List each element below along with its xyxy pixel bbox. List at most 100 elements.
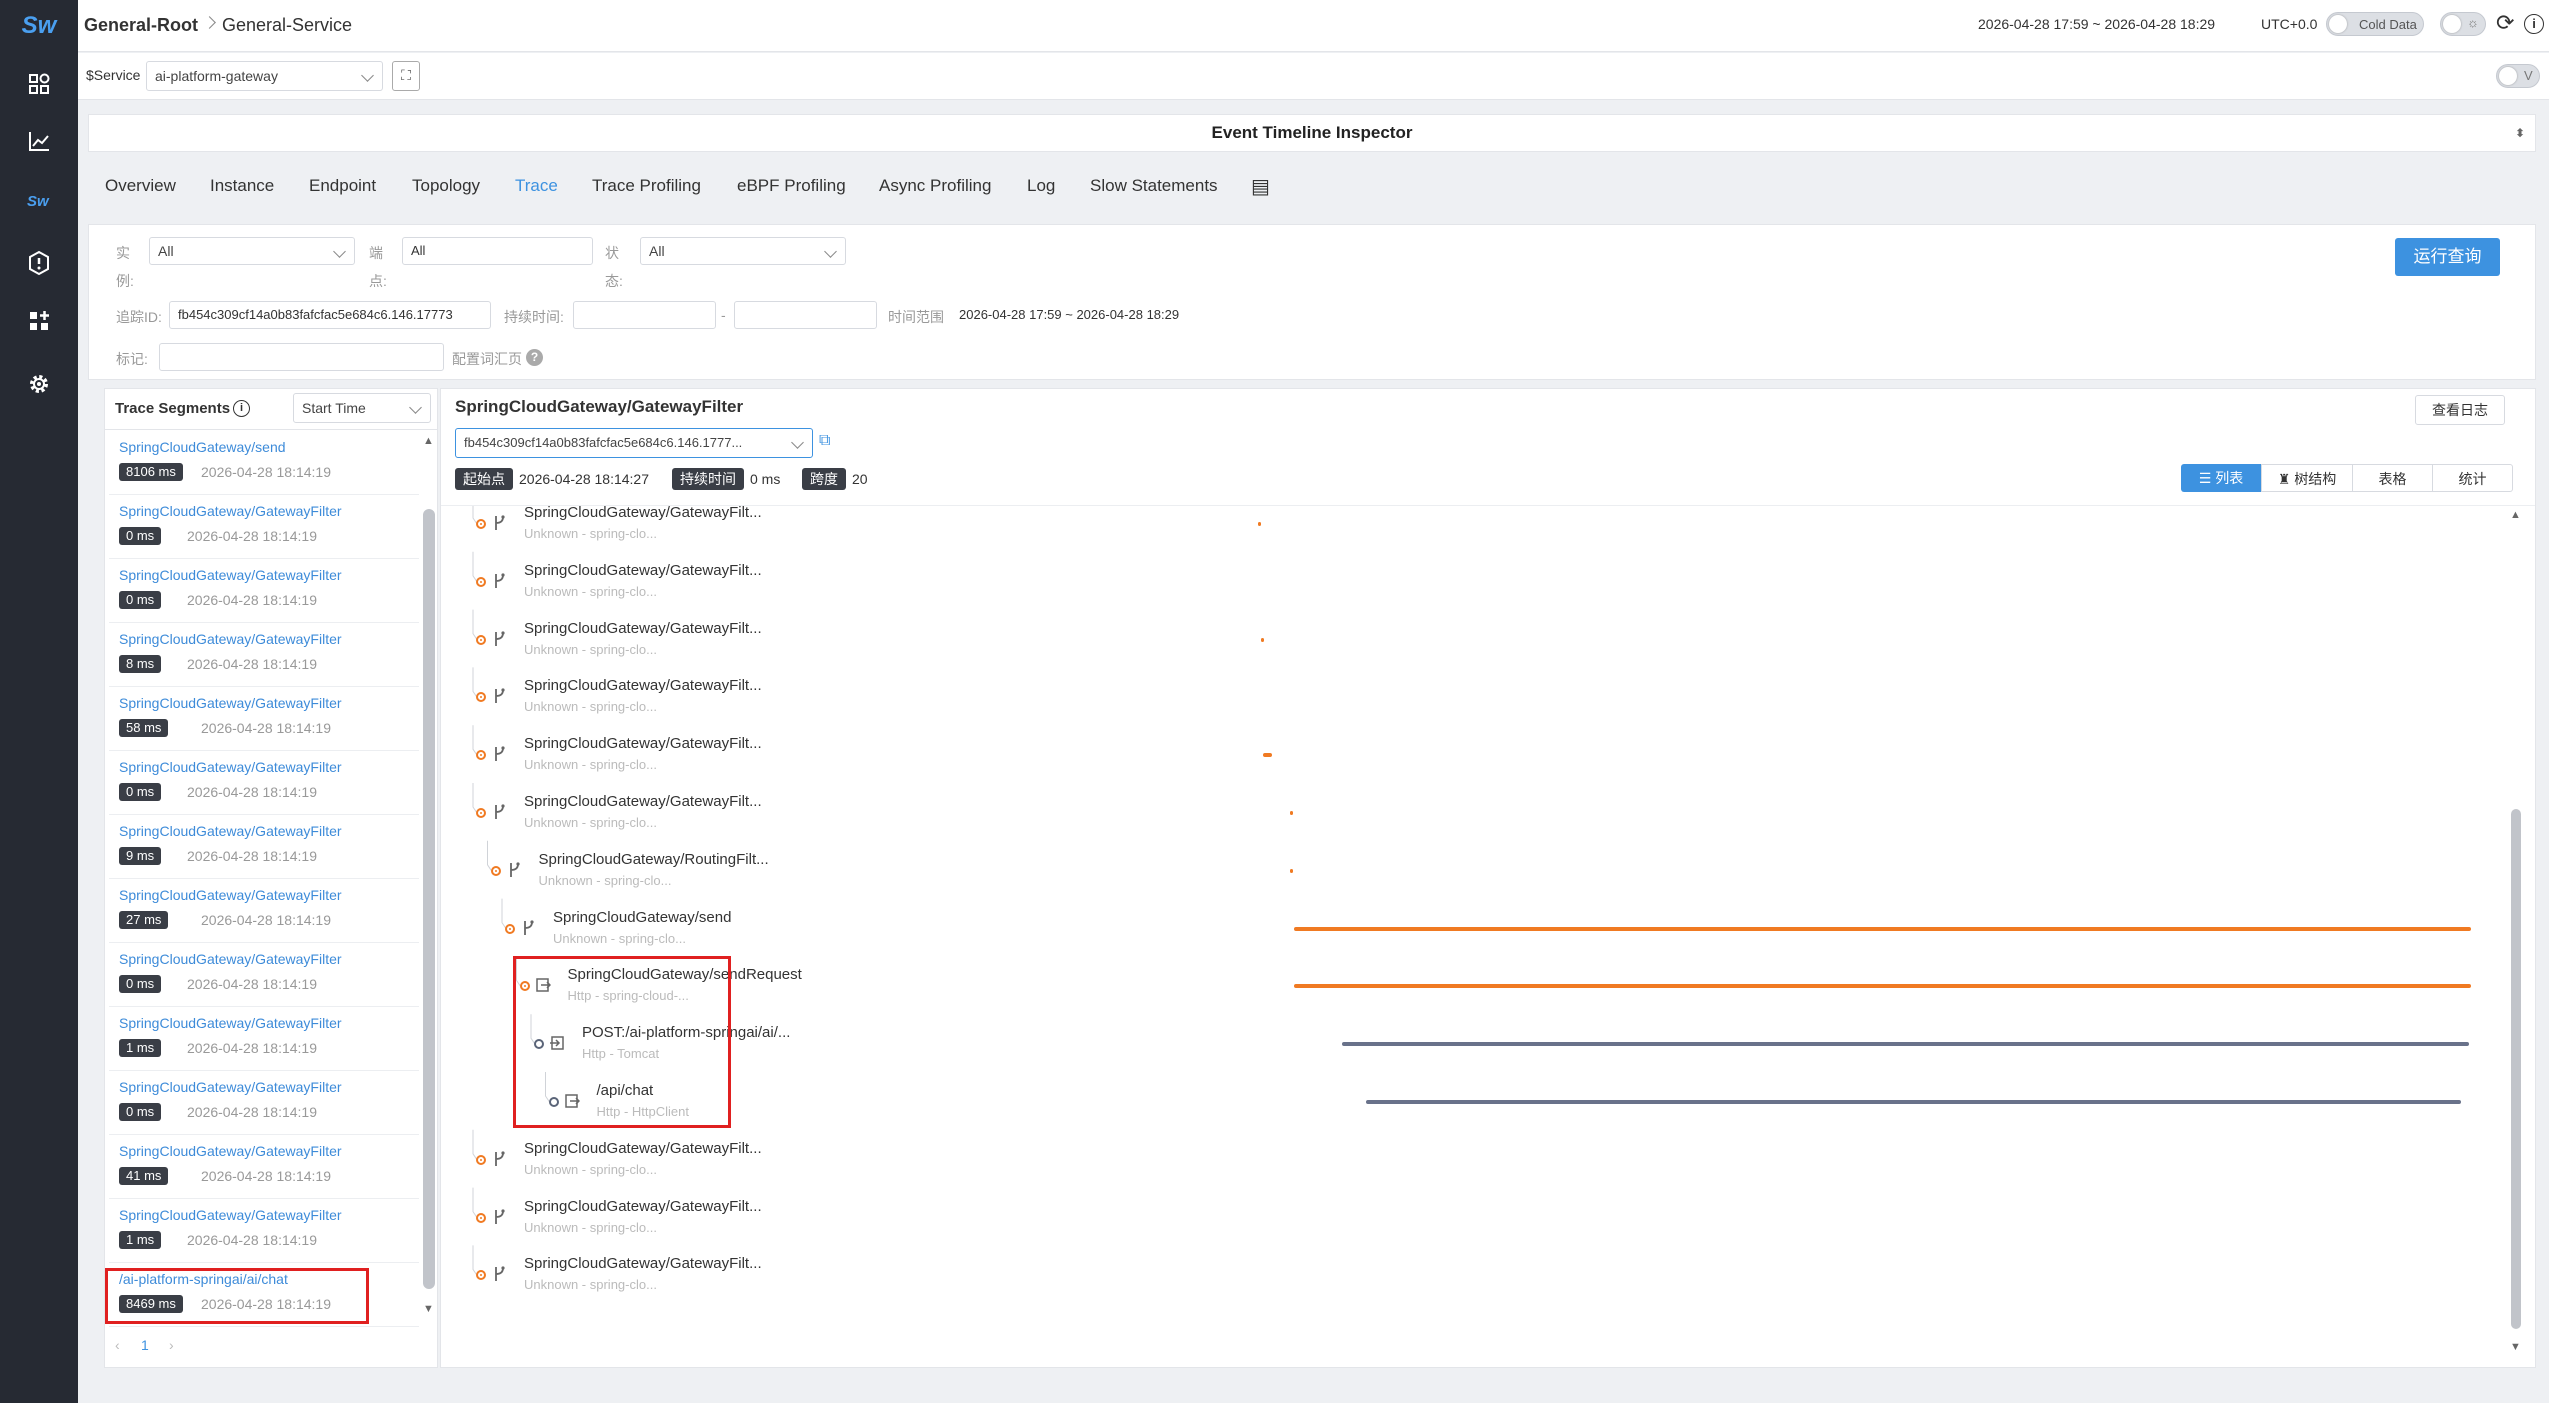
- gear-icon[interactable]: [21, 366, 57, 402]
- span-duration-bar[interactable]: [1294, 926, 2471, 931]
- instance-select[interactable]: All: [149, 237, 355, 265]
- span-duration-bar[interactable]: [1290, 868, 1293, 873]
- span-name[interactable]: SpringCloudGateway/GatewayFilt...: [524, 793, 762, 810]
- scroll-down-arrow[interactable]: ▼: [423, 1303, 434, 1315]
- span-name[interactable]: SpringCloudGateway/GatewayFilt...: [524, 562, 762, 579]
- span-name[interactable]: SpringCloudGateway/RoutingFilt...: [539, 851, 769, 868]
- dashboard-icon[interactable]: [21, 66, 57, 102]
- span-name[interactable]: SpringCloudGateway/GatewayFilt...: [524, 1198, 762, 1215]
- segment-scrollbar[interactable]: [423, 509, 435, 1289]
- tag-input[interactable]: [159, 343, 444, 371]
- scroll-down-arrow[interactable]: ▼: [2510, 1341, 2521, 1353]
- list-item[interactable]: SpringCloudGateway/GatewayFilter 0 ms 2026…: [109, 559, 419, 623]
- tab-instance[interactable]: Instance: [210, 176, 274, 196]
- info-icon[interactable]: i: [2524, 14, 2544, 34]
- time-range-display[interactable]: 2026-04-28 17:59 ~ 2026-04-28 18:29: [1978, 16, 2215, 32]
- list-item[interactable]: SpringCloudGateway/send 8106 ms 2026-04-28…: [109, 431, 419, 495]
- refresh-icon[interactable]: ⟳: [2496, 10, 2514, 36]
- span-duration-bar[interactable]: [1261, 637, 1264, 642]
- theme-toggle[interactable]: ☼: [2440, 12, 2486, 36]
- segment-name[interactable]: SpringCloudGateway/GatewayFilter: [119, 1015, 342, 1031]
- breadcrumb-root[interactable]: General-Root: [84, 15, 198, 36]
- segment-name[interactable]: SpringCloudGateway/GatewayFilter: [119, 1143, 342, 1159]
- scroll-up-arrow[interactable]: ▲: [423, 435, 434, 447]
- span-duration-bar[interactable]: [1294, 984, 2471, 989]
- view-tab-table[interactable]: 表格: [2353, 464, 2433, 492]
- help-icon[interactable]: ?: [526, 349, 543, 366]
- list-item[interactable]: SpringCloudGateway/GatewayFilter 8 ms 2026…: [109, 623, 419, 687]
- span-name[interactable]: SpringCloudGateway/send: [553, 909, 731, 926]
- list-item[interactable]: SpringCloudGateway/GatewayFilter 0 ms 2026…: [109, 495, 419, 559]
- view-tab-stats[interactable]: 统计: [2433, 464, 2513, 492]
- segment-name[interactable]: SpringCloudGateway/GatewayFilter: [119, 503, 342, 519]
- service-select[interactable]: ai-platform-gateway: [146, 61, 383, 91]
- view-log-button[interactable]: 查看日志: [2415, 395, 2505, 425]
- min-duration-input[interactable]: [573, 301, 716, 329]
- run-query-button[interactable]: 运行查询: [2395, 238, 2500, 276]
- cold-data-toggle[interactable]: Cold Data: [2326, 12, 2424, 36]
- segment-name[interactable]: SpringCloudGateway/GatewayFilter: [119, 887, 342, 903]
- span-duration-bar[interactable]: [1258, 522, 1261, 526]
- copy-icon[interactable]: ⧉: [819, 432, 830, 450]
- span-name[interactable]: SpringCloudGateway/GatewayFilt...: [524, 620, 762, 637]
- trace-id-select[interactable]: fb454c309cf14a0b83fafcfac5e684c6.146.177…: [455, 428, 813, 458]
- edit-mode-toggle[interactable]: V: [2496, 64, 2540, 88]
- status-select[interactable]: All: [640, 237, 846, 265]
- list-item[interactable]: SpringCloudGateway/GatewayFilter 1 ms 2026…: [109, 1007, 419, 1071]
- sort-arrows-icon[interactable]: ⬍: [2515, 115, 2525, 151]
- scroll-up-arrow[interactable]: ▲: [2510, 509, 2521, 521]
- span-name[interactable]: SpringCloudGateway/GatewayFilt...: [524, 506, 762, 521]
- list-item[interactable]: SpringCloudGateway/GatewayFilter 0 ms 2026…: [109, 943, 419, 1007]
- trace-id-input[interactable]: fb454c309cf14a0b83fafcfac5e684c6.146.177…: [169, 301, 491, 329]
- segment-name[interactable]: SpringCloudGateway/GatewayFilter: [119, 631, 342, 647]
- tab-topology[interactable]: Topology: [412, 176, 480, 196]
- max-duration-input[interactable]: [734, 301, 877, 329]
- alarm-icon[interactable]: [21, 245, 57, 281]
- span-name[interactable]: SpringCloudGateway/GatewayFilt...: [524, 1140, 762, 1157]
- prev-page-icon[interactable]: ‹: [115, 1337, 120, 1353]
- view-tab-list[interactable]: ☰ 列表: [2181, 464, 2261, 492]
- list-item[interactable]: SpringCloudGateway/GatewayFilter 0 ms 2026…: [109, 751, 419, 815]
- list-item[interactable]: SpringCloudGateway/GatewayFilter 58 ms 202…: [109, 687, 419, 751]
- segment-sort-select[interactable]: Start Time: [293, 393, 431, 423]
- chart-icon[interactable]: [21, 123, 57, 159]
- span-name[interactable]: SpringCloudGateway/GatewayFilt...: [524, 677, 762, 694]
- list-item[interactable]: SpringCloudGateway/GatewayFilter 27 ms 202…: [109, 879, 419, 943]
- info-icon[interactable]: i: [233, 400, 250, 417]
- tab-slow-statements[interactable]: Slow Statements: [1090, 176, 1218, 196]
- sw-logo-icon[interactable]: Sw: [21, 182, 57, 218]
- tab-trace[interactable]: Trace: [515, 176, 558, 196]
- span-duration-bar[interactable]: [1366, 1100, 2461, 1104]
- segment-name[interactable]: SpringCloudGateway/send: [119, 439, 286, 455]
- filter-time-range[interactable]: 2026-04-28 17:59 ~ 2026-04-28 18:29: [959, 307, 1179, 322]
- page-number[interactable]: 1: [141, 1337, 149, 1353]
- list-item[interactable]: SpringCloudGateway/GatewayFilter 9 ms 2026…: [109, 815, 419, 879]
- view-tab-tree[interactable]: ♜ 树结构: [2261, 464, 2353, 492]
- widget-add-icon[interactable]: [21, 303, 57, 339]
- tab-log[interactable]: Log: [1027, 176, 1055, 196]
- segment-name[interactable]: SpringCloudGateway/GatewayFilter: [119, 759, 342, 775]
- next-page-icon[interactable]: ›: [169, 1337, 174, 1353]
- span-name[interactable]: SpringCloudGateway/GatewayFilt...: [524, 1255, 762, 1272]
- segment-name[interactable]: SpringCloudGateway/GatewayFilter: [119, 1207, 342, 1223]
- tab-async-profiling[interactable]: Async Profiling: [879, 176, 991, 196]
- app-logo[interactable]: Sw: [0, 0, 78, 52]
- tab-ebpf-profiling[interactable]: eBPF Profiling: [737, 176, 846, 196]
- breadcrumb-service[interactable]: General-Service: [222, 15, 352, 36]
- segment-name[interactable]: SpringCloudGateway/GatewayFilter: [119, 695, 342, 711]
- hierarchy-icon[interactable]: ⛶: [392, 61, 420, 91]
- endpoint-input[interactable]: All: [402, 237, 593, 265]
- list-item[interactable]: SpringCloudGateway/GatewayFilter 41 ms 202…: [109, 1135, 419, 1199]
- tab-overview[interactable]: Overview: [105, 176, 176, 196]
- span-name[interactable]: SpringCloudGateway/GatewayFilt...: [524, 735, 762, 752]
- tab-endpoint[interactable]: Endpoint: [309, 176, 376, 196]
- segment-name[interactable]: SpringCloudGateway/GatewayFilter: [119, 951, 342, 967]
- segment-name[interactable]: SpringCloudGateway/GatewayFilter: [119, 1079, 342, 1095]
- tab-trace-profiling[interactable]: Trace Profiling: [592, 176, 701, 196]
- segment-name[interactable]: SpringCloudGateway/GatewayFilter: [119, 567, 342, 583]
- list-item[interactable]: SpringCloudGateway/GatewayFilter 0 ms 2026…: [109, 1071, 419, 1135]
- segment-name[interactable]: SpringCloudGateway/GatewayFilter: [119, 823, 342, 839]
- span-duration-bar[interactable]: [1290, 811, 1293, 815]
- tag-config-link[interactable]: 配置词汇页: [452, 349, 522, 369]
- span-duration-bar[interactable]: [1263, 753, 1272, 758]
